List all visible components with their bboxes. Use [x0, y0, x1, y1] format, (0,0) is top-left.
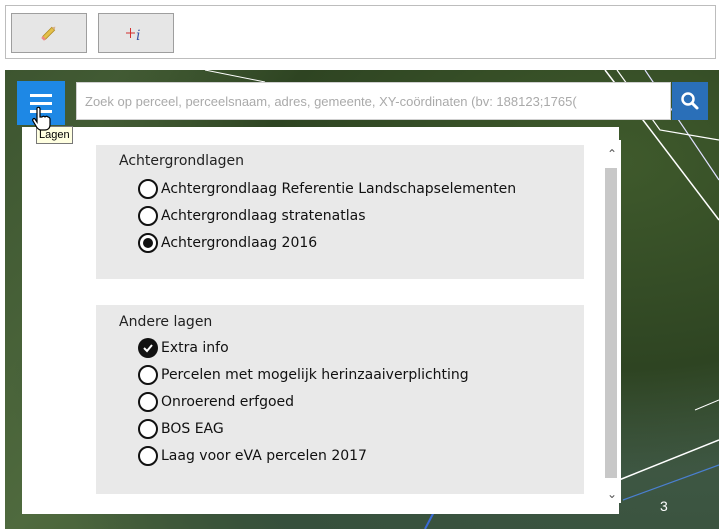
chevron-down-icon[interactable]: ⌄ [604, 486, 620, 502]
background-option-landscape[interactable]: Achtergrondlaag Referentie Landschapsele… [138, 179, 516, 199]
radio-button[interactable] [138, 179, 158, 199]
draw-tool-button[interactable] [11, 13, 87, 53]
checkbox-circle[interactable] [138, 446, 158, 466]
checkmark-icon [143, 344, 153, 353]
option-label: Percelen met mogelijk herinzaaiverplicht… [161, 367, 469, 383]
hand-cursor-icon [32, 106, 51, 131]
map-toolbar: i [5, 5, 716, 59]
option-label: BOS EAG [161, 421, 224, 437]
layer-option-eva-2017[interactable]: Laag voor eVA percelen 2017 [138, 446, 367, 466]
option-label: Onroerend erfgoed [161, 394, 295, 410]
svg-text:i: i [136, 28, 140, 44]
other-layers-group: Andere lagen Extra info Percelen met mog… [96, 305, 584, 494]
option-label: Laag voor eVA percelen 2017 [161, 448, 367, 464]
search-input[interactable] [76, 82, 671, 120]
option-label: Extra info [161, 340, 229, 356]
other-layers-title: Andere lagen [119, 314, 213, 330]
checkbox-circle[interactable] [138, 392, 158, 412]
layer-option-bos-eag[interactable]: BOS EAG [138, 419, 224, 439]
radio-button[interactable] [138, 206, 158, 226]
option-label: Achtergrondlaag Referentie Landschapsele… [161, 181, 517, 197]
background-option-stratenatlas[interactable]: Achtergrondlaag stratenatlas [138, 206, 365, 226]
hamburger-icon-bar [30, 101, 52, 105]
layer-option-erfgoed[interactable]: Onroerend erfgoed [138, 392, 294, 412]
hamburger-icon [30, 93, 52, 97]
option-label: Achtergrondlaag stratenatlas [161, 208, 366, 224]
checkbox-circle[interactable] [138, 365, 158, 385]
measure-info-button[interactable]: i [98, 13, 174, 53]
background-layers-group: Achtergrondlagen Achtergrondlaag Referen… [96, 145, 584, 279]
background-option-2016[interactable]: Achtergrondlaag 2016 [138, 233, 317, 253]
background-layers-title: Achtergrondlagen [119, 153, 245, 169]
scrollbar-thumb[interactable] [605, 168, 617, 478]
layer-option-extra-info[interactable]: Extra info [138, 338, 229, 358]
radio-button-selected[interactable] [138, 233, 158, 253]
parcel-number-label: 3 [660, 498, 668, 514]
option-label: Achtergrondlaag 2016 [161, 235, 318, 251]
search-icon [681, 92, 699, 110]
search-button[interactable] [672, 82, 708, 120]
layer-option-herinzaai[interactable]: Percelen met mogelijk herinzaaiverplicht… [138, 365, 469, 385]
chevron-up-icon[interactable]: ⌃ [604, 146, 620, 162]
check-circle-icon[interactable] [138, 338, 158, 358]
pencil-icon [41, 26, 56, 41]
checkbox-circle[interactable] [138, 419, 158, 439]
measure-info-icon: i [126, 28, 140, 44]
